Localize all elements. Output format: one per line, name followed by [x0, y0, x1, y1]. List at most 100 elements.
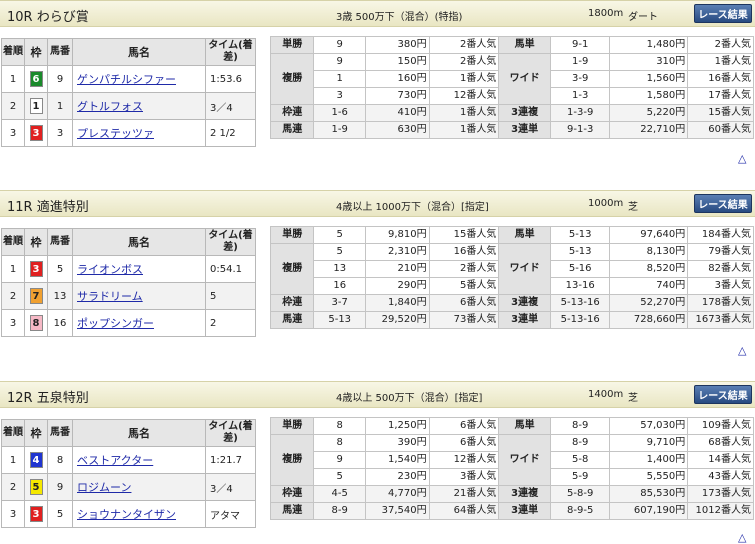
race-header: 10R わらび賞 3歳 500万下（混合）(特指) 1800m ダート レース結… — [0, 0, 755, 27]
payout-amount: 9,710円 — [609, 434, 689, 452]
horse-number-cell: 16 — [47, 309, 73, 337]
bet-type-label: 3連複 — [498, 485, 551, 503]
horse-name-link[interactable]: グトルフォス — [77, 100, 143, 113]
combination: 1 — [313, 70, 366, 88]
payout-row: 馬連 5-13 29,520円 73番人気 3連単 5-13-16 728,660円 … — [269, 311, 754, 329]
frame-badge: 5 — [29, 479, 43, 495]
time-cell: 0:54.1 — [205, 255, 256, 283]
header-frame: 枠 — [24, 228, 48, 256]
bet-type-label: 馬単 — [498, 226, 551, 244]
header-number: 馬番 — [47, 228, 73, 256]
horse-name-cell: プレステッツァ — [72, 119, 206, 147]
popularity: 2番人気 — [428, 53, 500, 71]
result-table: 着順 枠 馬番 馬名 タイム(着差) 1 6 9 ゲンパチルシファー 1:53.… — [1, 38, 256, 147]
payout-amount: 57,030円 — [609, 417, 689, 435]
race-surface: ダート — [628, 12, 658, 23]
frame-cell: 5 — [24, 473, 48, 501]
header-time: タイム(着差) — [205, 38, 256, 66]
frame-badge: 4 — [29, 452, 43, 468]
popularity: 60番人気 — [687, 121, 754, 139]
payout-amount: 5,550円 — [609, 468, 689, 486]
race-result-button[interactable]: レース結果 — [694, 194, 752, 213]
bet-type-label: 3連単 — [498, 502, 551, 520]
frame-cell: 1 — [24, 92, 48, 120]
race-title: 10R わらび賞 — [7, 10, 89, 25]
header-frame: 枠 — [24, 38, 48, 66]
horse-number-cell: 3 — [47, 119, 73, 147]
payout-amount: 1,250円 — [364, 417, 430, 435]
payout-row: 単勝 9 380円 2番人気 馬単 9-1 1,480円 2番人気 — [269, 36, 754, 54]
horse-name-link[interactable]: サラドリーム — [77, 290, 143, 303]
horse-number-cell: 8 — [47, 446, 73, 474]
payout-amount: 607,190円 — [609, 502, 689, 520]
combination: 5-13 — [549, 226, 611, 244]
frame-cell: 6 — [24, 65, 48, 93]
time-cell: 1:21.7 — [205, 446, 256, 474]
payout-amount: 310円 — [609, 53, 689, 71]
bet-type-label: 複勝 — [269, 243, 315, 295]
result-table: 着順 枠 馬番 馬名 タイム(着差) 1 4 8 ベストアクター 1:21.7 … — [1, 419, 256, 528]
popularity: 73番人気 — [428, 311, 500, 329]
combination: 5-13-16 — [549, 294, 611, 312]
result-row: 3 3 5 ショウナンタイザン アタマ — [1, 500, 256, 528]
bet-type-label: 枠連 — [269, 104, 315, 122]
payout-amount: 230円 — [364, 468, 430, 486]
combination: 9-1-3 — [549, 121, 611, 139]
combination: 5-9 — [549, 468, 611, 486]
popularity: 12番人気 — [428, 451, 500, 469]
horse-name-link[interactable]: ライオンボス — [77, 263, 143, 276]
horse-name-link[interactable]: ロジムーン — [77, 481, 131, 494]
payout-table: 単勝 5 9,810円 15番人気 馬単 5-13 97,640円 184番人気 複勝 5… — [269, 226, 754, 329]
popularity: 109番人気 — [687, 417, 754, 435]
bet-type-label: 複勝 — [269, 434, 315, 486]
back-to-top-triangle-icon[interactable]: △ — [738, 531, 746, 544]
combination: 5 — [313, 243, 366, 261]
header-number: 馬番 — [47, 419, 73, 447]
payout-row: 馬連 8-9 37,540円 64番人気 3連単 8-9-5 607,190円 101… — [269, 502, 754, 520]
header-name: 馬名 — [72, 419, 206, 447]
header-time: タイム(着差) — [205, 419, 256, 447]
race-surface: 芝 — [628, 202, 638, 213]
combination: 5-8-9 — [549, 485, 611, 503]
bet-type-label: 馬連 — [269, 502, 315, 520]
payout-amount: 1,480円 — [609, 36, 689, 54]
horse-name-cell: ベストアクター — [72, 446, 206, 474]
back-to-top-triangle-icon[interactable]: △ — [738, 152, 746, 165]
horse-name-link[interactable]: ベストアクター — [77, 454, 153, 467]
combination: 9 — [313, 36, 366, 54]
bet-type-label: 枠連 — [269, 485, 315, 503]
frame-badge: 7 — [29, 288, 43, 304]
race-result-button[interactable]: レース結果 — [694, 4, 752, 23]
payout-amount: 740円 — [609, 277, 689, 295]
popularity: 5番人気 — [428, 277, 500, 295]
result-row: 3 3 3 プレステッツァ 2 1/2 — [1, 119, 256, 147]
time-cell: 1:53.6 — [205, 65, 256, 93]
popularity: 21番人気 — [428, 485, 500, 503]
back-to-top-triangle-icon[interactable]: △ — [738, 344, 746, 357]
bet-type-label: 複勝 — [269, 53, 315, 105]
popularity: 15番人気 — [428, 226, 500, 244]
horse-name-link[interactable]: ショウナンタイザン — [77, 508, 176, 521]
bet-type-label: 3連単 — [498, 121, 551, 139]
payout-row: 枠連 3-7 1,840円 6番人気 3連複 5-13-16 52,270円 178番… — [269, 294, 754, 312]
race-title: 11R 適進特別 — [7, 200, 89, 215]
combination: 9-1 — [549, 36, 611, 54]
combination: 3 — [313, 87, 366, 105]
rank-cell: 1 — [1, 446, 25, 474]
popularity: 1番人気 — [428, 70, 500, 88]
combination: 1-3 — [549, 87, 611, 105]
payout-amount: 8,130円 — [609, 243, 689, 261]
popularity: 2番人気 — [428, 260, 500, 278]
horse-name-link[interactable]: ポップシンガー — [77, 317, 154, 330]
horse-name-link[interactable]: プレステッツァ — [77, 127, 154, 140]
payout-amount: 1,560円 — [609, 70, 689, 88]
horse-name-link[interactable]: ゲンパチルシファー — [77, 73, 176, 86]
payout-amount: 22,710円 — [609, 121, 689, 139]
payout-row: 馬連 1-9 630円 1番人気 3連単 9-1-3 22,710円 60番人気 — [269, 121, 754, 139]
rank-cell: 1 — [1, 255, 25, 283]
combination: 5 — [313, 226, 366, 244]
payout-amount: 380円 — [364, 36, 430, 54]
payout-amount: 37,540円 — [364, 502, 430, 520]
result-row: 2 7 13 サラドリーム 5 — [1, 282, 256, 310]
race-result-button[interactable]: レース結果 — [694, 385, 752, 404]
